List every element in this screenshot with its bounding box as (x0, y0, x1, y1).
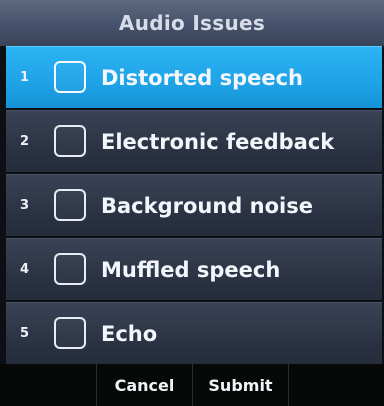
item-label: Background noise (101, 194, 313, 218)
submit-button[interactable]: Submit (192, 364, 288, 406)
cancel-button[interactable]: Cancel (96, 364, 192, 406)
item-number: 1 (20, 70, 30, 85)
audio-issues-list: 1 Distorted speech 2 Electronic feedback… (0, 46, 384, 364)
softkey-bar: Cancel Submit (0, 364, 384, 406)
list-item-echo[interactable]: 5 Echo (6, 302, 382, 364)
item-number: 2 (20, 134, 30, 149)
item-label: Distorted speech (101, 66, 303, 90)
item-label: Electronic feedback (101, 130, 335, 154)
softkey-empty-4[interactable] (288, 364, 384, 406)
list-item-distorted-speech[interactable]: 1 Distorted speech (6, 46, 382, 108)
item-number: 3 (20, 198, 30, 213)
checkbox[interactable] (54, 317, 86, 349)
list-item-electronic-feedback[interactable]: 2 Electronic feedback (6, 110, 382, 172)
softkey-empty-1[interactable] (0, 364, 96, 406)
screen-header: Audio Issues (0, 0, 384, 47)
item-label: Muffled speech (101, 258, 281, 282)
checkbox[interactable] (54, 125, 86, 157)
item-number: 5 (20, 326, 30, 341)
list-item-background-noise[interactable]: 3 Background noise (6, 174, 382, 236)
list-item-muffled-speech[interactable]: 4 Muffled speech (6, 238, 382, 300)
item-label: Echo (101, 322, 158, 346)
checkbox[interactable] (54, 189, 86, 221)
checkbox[interactable] (54, 61, 86, 93)
screen-title: Audio Issues (118, 11, 266, 35)
checkbox[interactable] (54, 253, 86, 285)
item-number: 4 (20, 262, 30, 277)
